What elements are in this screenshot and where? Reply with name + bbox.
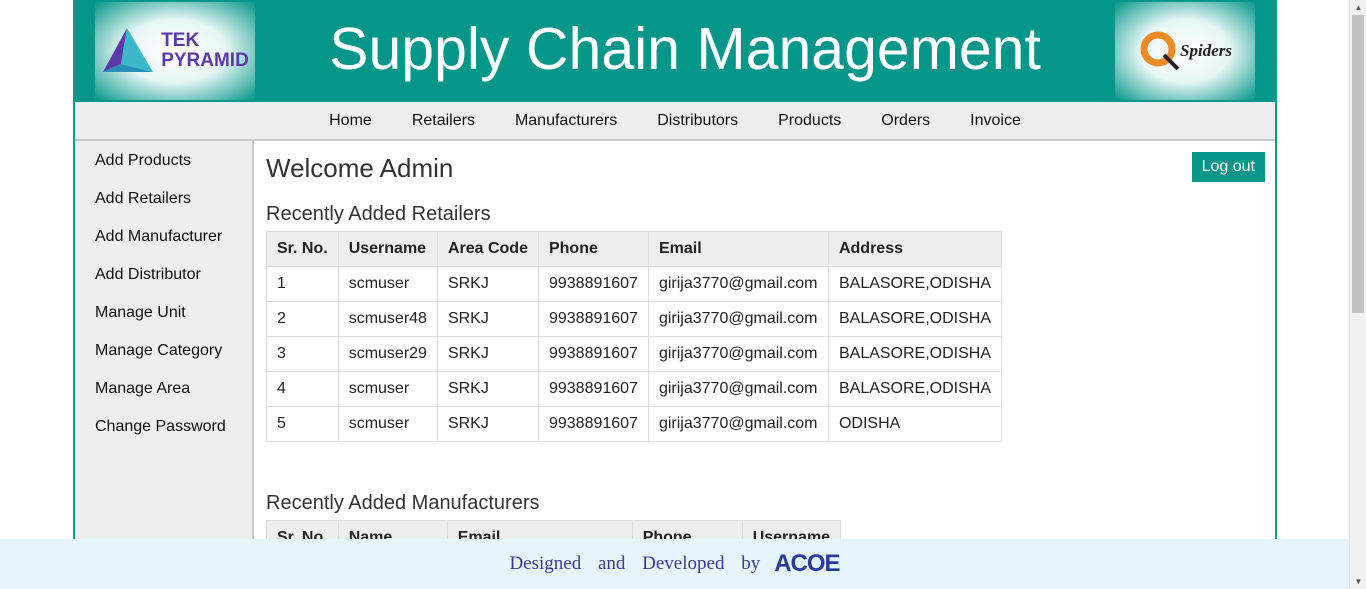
table-cell: SRKJ bbox=[436, 406, 539, 442]
qspiders-logo: Spiders bbox=[1115, 2, 1255, 100]
table-cell: BALASORE,ODISHA bbox=[827, 266, 1003, 302]
sidebar-item-add-distributor[interactable]: Add Distributor bbox=[75, 265, 252, 303]
table-cell: SRKJ bbox=[436, 371, 539, 407]
scrollbar-thumb[interactable] bbox=[1352, 15, 1364, 313]
table-cell: ODISHA bbox=[827, 406, 1003, 442]
sidebar-item-add-manufacturer[interactable]: Add Manufacturer bbox=[75, 227, 252, 265]
tekpyramid-logo-line2: PYRAMID bbox=[161, 50, 249, 71]
sidebar-item-manage-area[interactable]: Manage Area bbox=[75, 379, 252, 417]
table-cell: girija3770@gmail.com bbox=[647, 301, 829, 337]
footer-credit-text: Designed and Developed by bbox=[509, 553, 761, 574]
nav-distributors[interactable]: Distributors bbox=[637, 112, 758, 130]
table-row: 4 scmuser SRKJ 9938891607 girija3770@gma… bbox=[266, 371, 1003, 407]
welcome-heading: Welcome Admin bbox=[266, 153, 454, 183]
table-cell: SRKJ bbox=[436, 336, 539, 372]
main-content: Welcome Admin Log out Recently Added Ret… bbox=[256, 141, 1275, 589]
tekpyramid-logo-line1: TEK bbox=[161, 30, 200, 51]
table-cell: SRKJ bbox=[436, 266, 539, 302]
tekpyramid-logo-text: TEK PYRAMID bbox=[161, 31, 249, 71]
page-title: Supply Chain Management bbox=[329, 16, 1041, 82]
table-cell: girija3770@gmail.com bbox=[647, 406, 829, 442]
table-cell: 9938891607 bbox=[537, 336, 649, 372]
column-header: Area Code bbox=[436, 231, 539, 267]
header: TEK PYRAMID Supply Chain Management Spid… bbox=[75, 0, 1275, 102]
nav-retailers[interactable]: Retailers bbox=[392, 112, 495, 130]
table-cell: 9938891607 bbox=[537, 406, 649, 442]
retailers-table: Sr. No. Username Area Code Phone Email A… bbox=[266, 231, 1003, 442]
qspiders-q-icon bbox=[1140, 31, 1180, 71]
table-cell: scmuser bbox=[337, 406, 438, 442]
table-cell: girija3770@gmail.com bbox=[647, 266, 829, 302]
sidebar: Add Products Add Retailers Add Manufactu… bbox=[75, 141, 254, 589]
table-cell: scmuser bbox=[337, 371, 438, 407]
table-cell: BALASORE,ODISHA bbox=[827, 336, 1003, 372]
table-cell: 9938891607 bbox=[537, 371, 649, 407]
table-cell: BALASORE,ODISHA bbox=[827, 371, 1003, 407]
manufacturers-section-title: Recently Added Manufacturers bbox=[266, 492, 540, 514]
nav-invoice[interactable]: Invoice bbox=[950, 112, 1041, 130]
nav-manufacturers[interactable]: Manufacturers bbox=[495, 112, 637, 130]
table-cell: scmuser bbox=[337, 266, 438, 302]
table-cell: 5 bbox=[266, 406, 339, 442]
table-cell: 9938891607 bbox=[537, 266, 649, 302]
acoe-logo: ACOE bbox=[774, 550, 840, 577]
sidebar-item-change-password[interactable]: Change Password bbox=[75, 417, 252, 455]
table-row: 1 scmuser SRKJ 9938891607 girija3770@gma… bbox=[266, 266, 1003, 302]
table-cell: 4 bbox=[266, 371, 339, 407]
sidebar-item-manage-category[interactable]: Manage Category bbox=[75, 341, 252, 379]
tekpyramid-logo: TEK PYRAMID bbox=[95, 2, 255, 100]
column-header: Username bbox=[337, 231, 438, 267]
table-header-row: Sr. No. Username Area Code Phone Email A… bbox=[266, 231, 1003, 267]
sidebar-item-manage-unit[interactable]: Manage Unit bbox=[75, 303, 252, 341]
table-cell: scmuser29 bbox=[337, 336, 438, 372]
table-row: 2 scmuser48 SRKJ 9938891607 girija3770@g… bbox=[266, 301, 1003, 337]
column-header: Phone bbox=[537, 231, 649, 267]
retailers-section-title: Recently Added Retailers bbox=[266, 203, 491, 225]
table-cell: scmuser48 bbox=[337, 301, 438, 337]
qspiders-logo-text: Spiders bbox=[1180, 41, 1232, 60]
footer: Designed and Developed by ACOE bbox=[0, 539, 1349, 589]
column-header: Sr. No. bbox=[266, 231, 339, 267]
table-cell: girija3770@gmail.com bbox=[647, 336, 829, 372]
table-row: 5 scmuser SRKJ 9938891607 girija3770@gma… bbox=[266, 406, 1003, 442]
nav-products[interactable]: Products bbox=[758, 112, 861, 130]
sidebar-item-add-retailers[interactable]: Add Retailers bbox=[75, 189, 252, 227]
top-nav: Home Retailers Manufacturers Distributor… bbox=[75, 102, 1275, 141]
table-cell: BALASORE,ODISHA bbox=[827, 301, 1003, 337]
scroll-down-icon[interactable]: ▼ bbox=[1350, 574, 1366, 589]
vertical-scrollbar[interactable]: ▲ ▼ bbox=[1349, 0, 1366, 589]
sidebar-item-add-products[interactable]: Add Products bbox=[75, 151, 252, 189]
table-row: 3 scmuser29 SRKJ 9938891607 girija3770@g… bbox=[266, 336, 1003, 372]
table-cell: 3 bbox=[266, 336, 339, 372]
page: TEK PYRAMID Supply Chain Management Spid… bbox=[0, 0, 1366, 589]
table-cell: 1 bbox=[266, 266, 339, 302]
pyramid-logo-icon bbox=[103, 28, 154, 72]
table-cell: SRKJ bbox=[436, 301, 539, 337]
scroll-up-icon[interactable]: ▲ bbox=[1350, 0, 1366, 15]
nav-home[interactable]: Home bbox=[309, 112, 392, 130]
table-cell: girija3770@gmail.com bbox=[647, 371, 829, 407]
column-header: Address bbox=[827, 231, 1003, 267]
column-header: Email bbox=[647, 231, 829, 267]
nav-orders[interactable]: Orders bbox=[861, 112, 950, 130]
table-cell: 2 bbox=[266, 301, 339, 337]
logout-button[interactable]: Log out bbox=[1191, 152, 1265, 182]
table-cell: 9938891607 bbox=[537, 301, 649, 337]
app-frame: TEK PYRAMID Supply Chain Management Spid… bbox=[73, 0, 1277, 589]
